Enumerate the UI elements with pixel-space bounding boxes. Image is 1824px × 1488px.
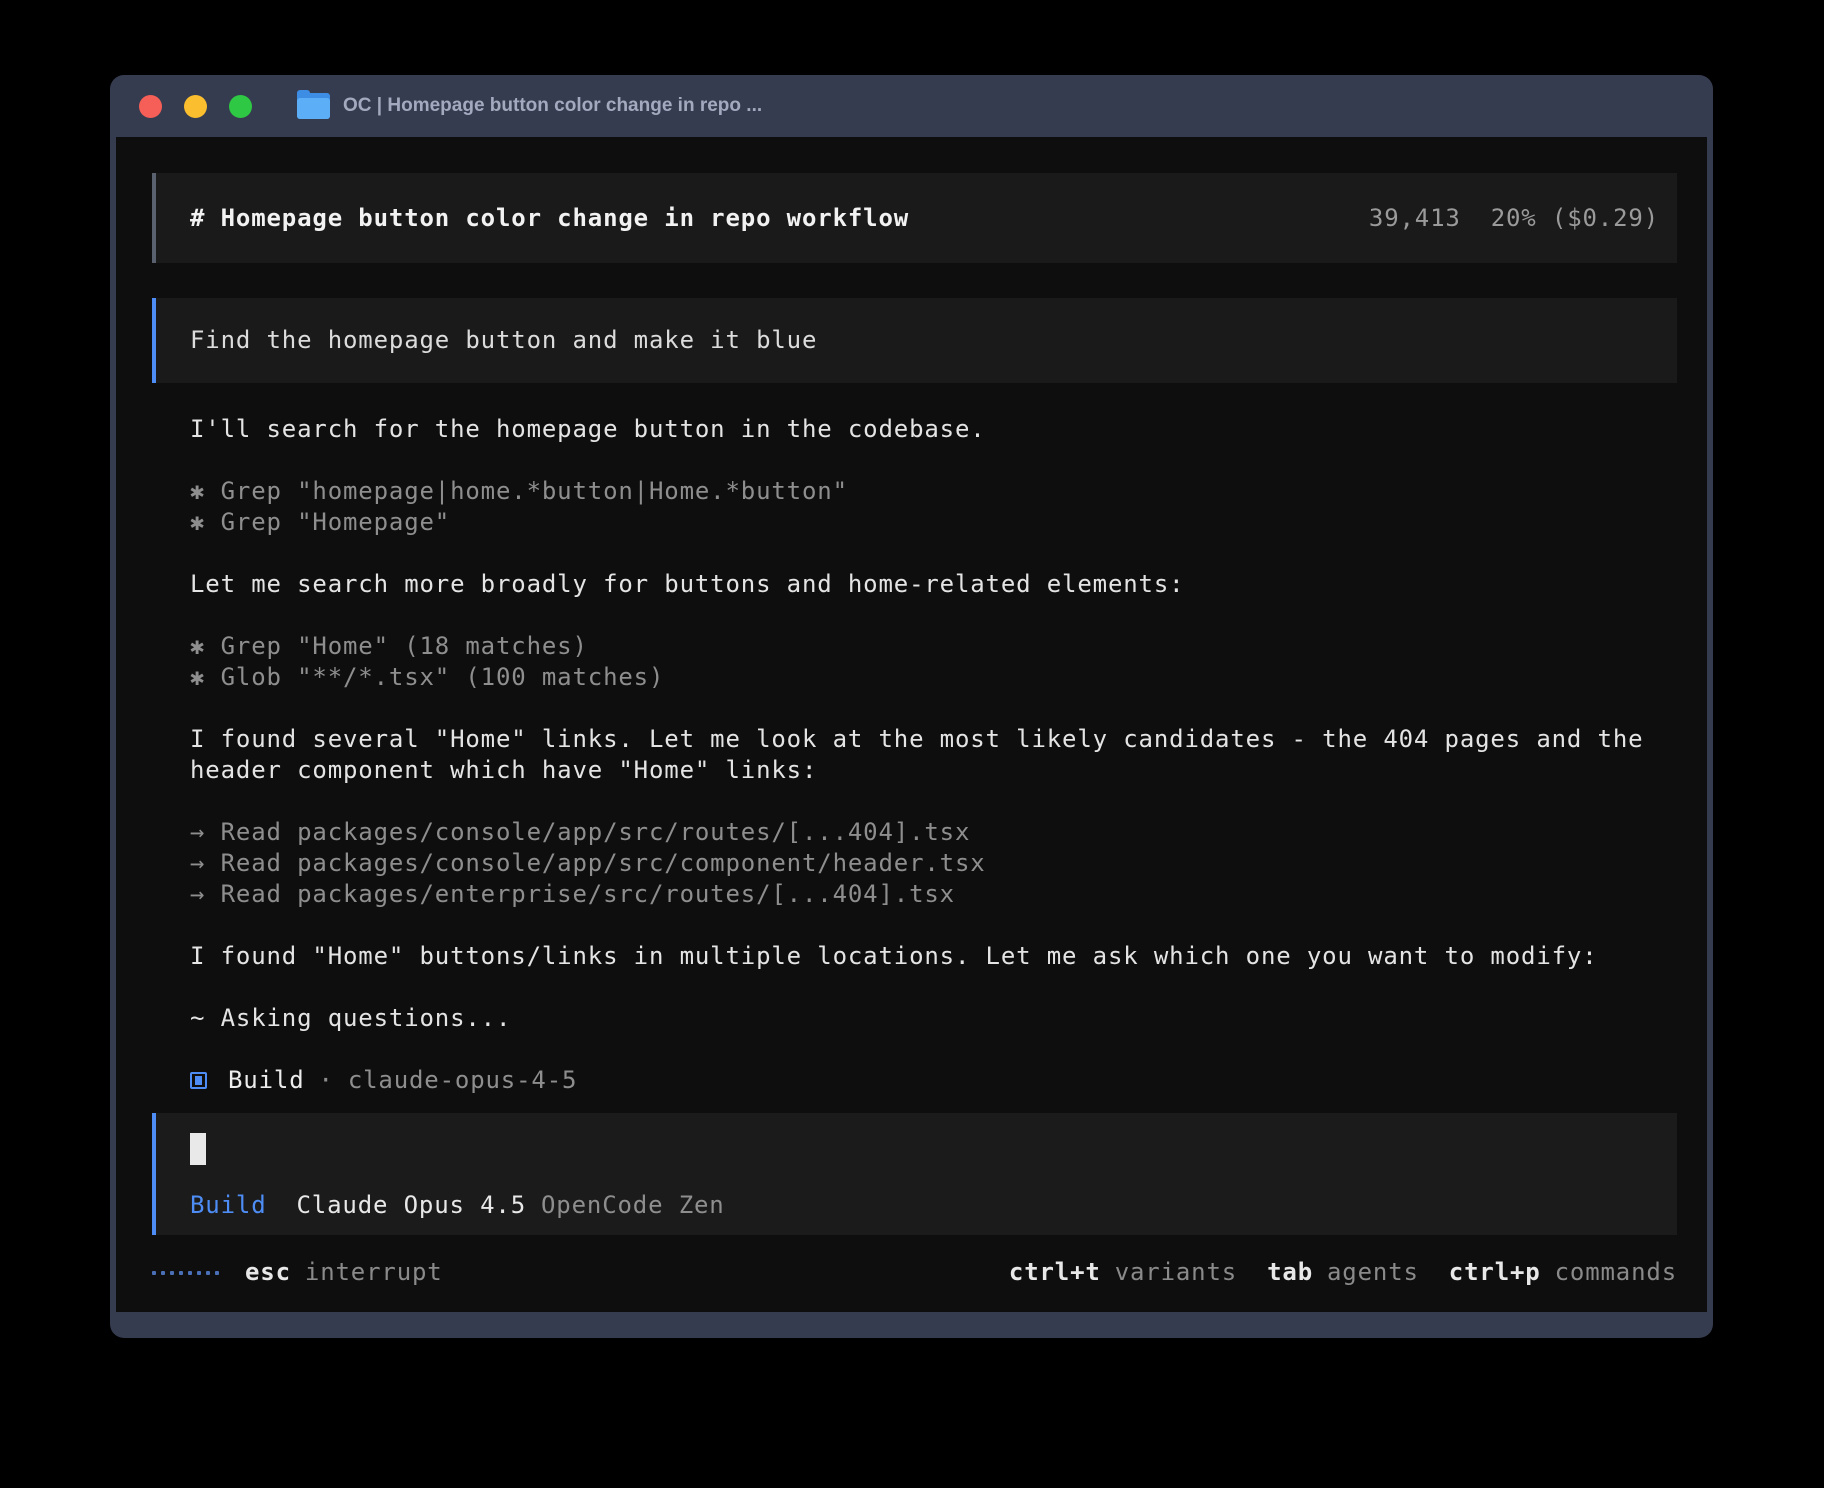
- window-titlebar: OC | Homepage button color change in rep…: [110, 75, 1713, 137]
- spinner-dot: [215, 1271, 219, 1275]
- transcript-line: → Read packages/console/app/src/routes/[…: [190, 817, 1677, 848]
- spinner-dots-icon: [152, 1271, 219, 1275]
- user-message: Find the homepage button and make it blu…: [152, 298, 1677, 383]
- spinner-dot: [170, 1271, 174, 1275]
- agent-separator: ·: [319, 1065, 334, 1096]
- tool-call-group: ✱ Grep "homepage|home.*button|Home.*butt…: [190, 476, 1677, 538]
- user-message-text: Find the homepage button and make it blu…: [190, 325, 817, 356]
- terminal-window: OC | Homepage button color change in rep…: [110, 75, 1713, 1338]
- close-button[interactable]: [139, 95, 162, 118]
- provider-label: OpenCode Zen: [541, 1190, 725, 1221]
- terminal-content: # Homepage button color change in repo w…: [116, 137, 1707, 1312]
- transcript-line: I found several "Home" links. Let me loo…: [190, 724, 1677, 786]
- zoom-button[interactable]: [229, 95, 252, 118]
- model-label[interactable]: Claude Opus 4.5: [297, 1190, 527, 1221]
- shortcut-label: variants: [1115, 1257, 1237, 1288]
- agent-name: Build: [228, 1065, 305, 1096]
- transcript-line: I found "Home" buttons/links in multiple…: [190, 941, 1677, 972]
- transcript-line: I'll search for the homepage button in t…: [190, 414, 1677, 445]
- transcript-line: ✱ Grep "homepage|home.*button|Home.*butt…: [190, 476, 1677, 507]
- shortcut-key: tab: [1267, 1257, 1313, 1288]
- token-count: 39,413: [1369, 203, 1461, 234]
- spinner-dot: [206, 1271, 210, 1275]
- transcript-line: → Read packages/console/app/src/componen…: [190, 848, 1677, 879]
- status-bar: esc interrupt ctrl+t variants tab agents…: [152, 1257, 1677, 1288]
- text-cursor: [190, 1133, 206, 1165]
- agent-status-line: Build · claude-opus-4-5: [190, 1065, 1677, 1096]
- prompt-input[interactable]: Build Claude Opus 4.5 OpenCode Zen: [152, 1113, 1677, 1235]
- folder-icon: [297, 93, 330, 119]
- context-usage: 20% ($0.29): [1491, 203, 1659, 234]
- input-footer: Build Claude Opus 4.5 OpenCode Zen: [190, 1190, 1659, 1221]
- agent-icon: [190, 1072, 207, 1089]
- tool-call-group: ✱ Grep "Home" (18 matches)✱ Glob "**/*.t…: [190, 631, 1677, 693]
- window-title: OC | Homepage button color change in rep…: [343, 95, 762, 117]
- session-title: # Homepage button color change in repo w…: [190, 203, 909, 234]
- assistant-text: ~ Asking questions...: [190, 1003, 1677, 1034]
- shortcut-commands[interactable]: ctrl+p commands: [1449, 1257, 1677, 1288]
- shortcut-key: ctrl+t: [1009, 1257, 1101, 1288]
- assistant-text: I'll search for the homepage button in t…: [190, 414, 1677, 445]
- assistant-text: I found several "Home" links. Let me loo…: [190, 724, 1677, 786]
- assistant-text: I found "Home" buttons/links in multiple…: [190, 941, 1677, 972]
- transcript-line: → Read packages/enterprise/src/routes/[.…: [190, 879, 1677, 910]
- status-bar-left: esc interrupt: [152, 1257, 443, 1288]
- shortcut-variants[interactable]: ctrl+t variants: [1009, 1257, 1237, 1288]
- transcript-line: ~ Asking questions...: [190, 1003, 1677, 1034]
- minimize-button[interactable]: [184, 95, 207, 118]
- assistant-transcript: I'll search for the homepage button in t…: [190, 414, 1677, 1096]
- session-stats: 39,413 20% ($0.29): [1369, 203, 1659, 234]
- spinner-dot: [161, 1271, 165, 1275]
- transcript-line: Let me search more broadly for buttons a…: [190, 569, 1677, 600]
- shortcut-key: ctrl+p: [1449, 1257, 1541, 1288]
- spinner-dot: [179, 1271, 183, 1275]
- status-bar-right: ctrl+t variants tab agents ctrl+p comman…: [1009, 1257, 1677, 1288]
- spinner-dot: [152, 1271, 156, 1275]
- transcript-line: ✱ Grep "Homepage": [190, 507, 1677, 538]
- transcript-line: ✱ Glob "**/*.tsx" (100 matches): [190, 662, 1677, 693]
- agent-model: claude-opus-4-5: [348, 1065, 578, 1096]
- shortcut-label: agents: [1327, 1257, 1419, 1288]
- mode-label[interactable]: Build: [190, 1190, 267, 1221]
- tool-call-group: → Read packages/console/app/src/routes/[…: [190, 817, 1677, 910]
- spinner-dot: [197, 1271, 201, 1275]
- shortcut-agents[interactable]: tab agents: [1267, 1257, 1419, 1288]
- session-header: # Homepage button color change in repo w…: [152, 173, 1677, 263]
- shortcut-label: commands: [1555, 1257, 1677, 1288]
- interrupt-hint: interrupt: [305, 1257, 443, 1288]
- esc-key-label[interactable]: esc: [245, 1257, 291, 1288]
- transcript-line: ✱ Grep "Home" (18 matches): [190, 631, 1677, 662]
- assistant-text: Let me search more broadly for buttons a…: [190, 569, 1677, 600]
- spinner-dot: [188, 1271, 192, 1275]
